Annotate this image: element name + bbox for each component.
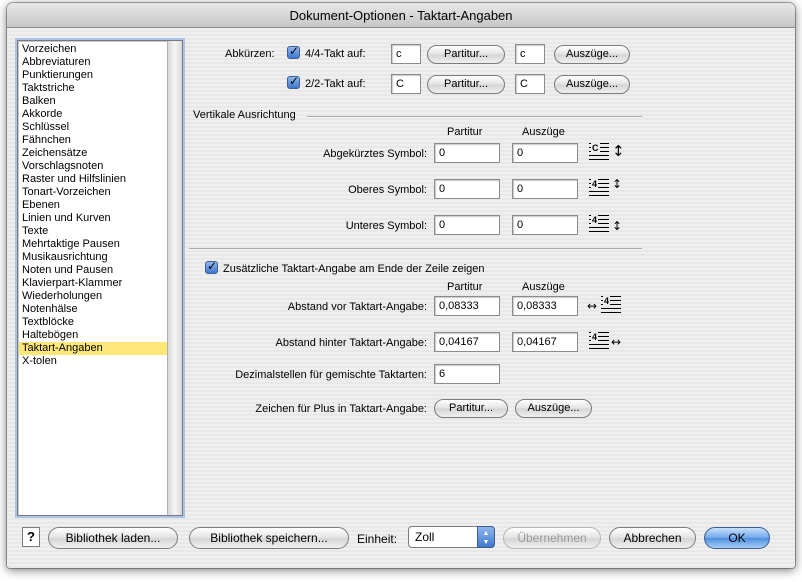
load-library-button[interactable]: Bibliothek laden... — [48, 527, 178, 549]
category-list[interactable]: Vorzeichen Abbreviaturen Punktierungen Takt… — [17, 40, 183, 516]
list-item[interactable]: Wiederholungen — [19, 290, 169, 303]
list-item[interactable]: Raster und Hilfslinien — [19, 173, 169, 186]
vertical-section-divider — [307, 116, 642, 118]
spacing-before-staff-icon: 4 — [601, 296, 621, 316]
abbrev-2-2-parts-button[interactable]: Auszüge... — [554, 75, 630, 94]
vertical-arrow-icon: ↕ — [612, 177, 623, 191]
spacing-after-staff-icon: 4 — [589, 332, 609, 352]
list-scrollbar[interactable] — [167, 41, 182, 515]
window-title: Dokument-Optionen - Taktart-Angaben — [7, 3, 795, 28]
extra-time-signature-checkbox[interactable] — [205, 259, 218, 274]
cancel-button[interactable]: Abbrechen — [609, 527, 696, 549]
vertical-row-score-field[interactable]: 0 — [434, 215, 500, 235]
list-item[interactable]: Taktstriche — [19, 82, 169, 95]
vertical-row-score-field[interactable]: 0 — [434, 179, 500, 199]
horizontal-arrow-icon: ↔ — [611, 335, 622, 349]
updown-chevron-icon: ▲ ▼ — [477, 526, 495, 548]
vertical-row-label: Abgekürztes Symbol: — [323, 148, 427, 160]
abbrev-2-2-label: 2/2-Takt auf: — [305, 78, 366, 90]
spacing-before-score-field[interactable]: 0,08333 — [434, 296, 500, 316]
list-item[interactable]: Schlüssel — [19, 121, 169, 134]
abbrev-label: Abkürzen: — [225, 48, 275, 60]
ok-button[interactable]: OK — [704, 527, 770, 549]
unit-select-value: Zoll — [415, 530, 435, 544]
list-item[interactable]: Musikausrichtung — [19, 251, 169, 264]
vertical-col-parts: Auszüge — [522, 126, 565, 138]
save-library-button[interactable]: Bibliothek speichern... — [189, 527, 349, 549]
horizontal-arrow-icon: ↔ — [587, 299, 598, 313]
extra-col-score: Partitur — [447, 281, 483, 293]
abbrev-4-4-parts-field[interactable]: c — [515, 44, 545, 64]
abbrev-4-4-label: 4/4-Takt auf: — [305, 48, 366, 60]
vertical-row-label: Oberes Symbol: — [348, 184, 427, 196]
list-item[interactable]: Texte — [19, 225, 169, 238]
vertical-arrow-icon: ↕ — [612, 142, 625, 160]
dialog-window: Dokument-Optionen - Taktart-Angaben Vorz… — [7, 3, 795, 568]
list-item[interactable]: Vorzeichen — [19, 43, 169, 56]
abbrev-4-4-checkbox[interactable] — [287, 44, 300, 59]
unit-select[interactable]: Zoll ▲ ▼ — [408, 526, 495, 548]
list-item[interactable]: Zeichensätze — [19, 147, 169, 160]
plus-sign-score-button[interactable]: Partitur... — [434, 399, 508, 418]
apply-button[interactable]: Übernehmen — [503, 527, 601, 549]
list-item[interactable]: Textblöcke — [19, 316, 169, 329]
list-item[interactable]: Noten und Pausen — [19, 264, 169, 277]
decimals-label: Dezimalstellen für gemischte Taktarten: — [235, 369, 427, 381]
spacing-before-label: Abstand vor Taktart-Angabe: — [287, 301, 427, 313]
decimals-field[interactable]: 6 — [434, 364, 500, 384]
vertical-col-score: Partitur — [447, 126, 483, 138]
abbrev-2-2-score-button[interactable]: Partitur... — [427, 75, 505, 94]
help-button[interactable]: ? — [22, 527, 40, 547]
vertical-arrow-icon: ↕ — [612, 219, 623, 233]
list-item[interactable]: Vorschlagsnoten — [19, 160, 169, 173]
list-item[interactable]: Haltebögen — [19, 329, 169, 342]
abbrev-4-4-score-button[interactable]: Partitur... — [427, 45, 505, 64]
list-item[interactable]: Punktierungen — [19, 69, 169, 82]
list-item[interactable]: Fähnchen — [19, 134, 169, 147]
list-item[interactable]: Notenhälse — [19, 303, 169, 316]
extra-col-parts: Auszüge — [522, 281, 565, 293]
category-list-items: Vorzeichen Abbreviaturen Punktierungen Takt… — [19, 43, 169, 368]
abbrev-2-2-checkbox[interactable] — [287, 74, 300, 89]
spacing-before-parts-field[interactable]: 0,08333 — [512, 296, 578, 316]
list-item[interactable]: Tonart-Vorzeichen — [19, 186, 169, 199]
plus-sign-parts-button[interactable]: Auszüge... — [515, 399, 592, 418]
list-item[interactable]: Linien und Kurven — [19, 212, 169, 225]
plus-sign-label: Zeichen für Plus in Taktart-Angabe: — [255, 403, 427, 415]
list-item[interactable]: Akkorde — [19, 108, 169, 121]
upper-symbol-staff-icon: 4 — [589, 179, 609, 199]
spacing-after-score-field[interactable]: 0,04167 — [434, 332, 500, 352]
extra-time-signature-label: Zusätzliche Taktart-Angabe am Ende der Z… — [223, 263, 485, 275]
spacing-after-parts-field[interactable]: 0,04167 — [512, 332, 578, 352]
vertical-row-score-field[interactable]: 0 — [434, 143, 500, 163]
abbrev-4-4-parts-button[interactable]: Auszüge... — [554, 45, 630, 64]
vertical-row-parts-field[interactable]: 0 — [512, 143, 578, 163]
list-item[interactable]: Abbreviaturen — [19, 56, 169, 69]
list-item[interactable]: X-tolen — [19, 355, 169, 368]
abbrev-2-2-score-field[interactable]: C — [391, 74, 421, 94]
list-item[interactable]: Balken — [19, 95, 169, 108]
list-item[interactable]: Klavierpart-Klammer — [19, 277, 169, 290]
abbreviated-symbol-staff-icon: C — [589, 143, 609, 163]
vertical-row-parts-field[interactable]: 0 — [512, 179, 578, 199]
vertical-section-title: Vertikale Ausrichtung — [193, 109, 296, 121]
abbrev-4-4-score-field[interactable]: c — [391, 44, 421, 64]
dialog-content: Vorzeichen Abbreviaturen Punktierungen Takt… — [7, 28, 795, 568]
list-item[interactable]: Taktart-Angaben — [19, 342, 169, 355]
lower-symbol-staff-icon: 4 — [589, 215, 609, 235]
list-item[interactable]: Ebenen — [19, 199, 169, 212]
abbrev-2-2-parts-field[interactable]: C — [515, 74, 545, 94]
vertical-row-parts-field[interactable]: 0 — [512, 215, 578, 235]
list-item[interactable]: Mehrtaktige Pausen — [19, 238, 169, 251]
vertical-row-label: Unteres Symbol: — [345, 220, 427, 232]
spacing-after-label: Abstand hinter Taktart-Angabe: — [275, 337, 427, 349]
unit-label: Einheit: — [357, 532, 398, 546]
section-divider — [189, 248, 642, 250]
